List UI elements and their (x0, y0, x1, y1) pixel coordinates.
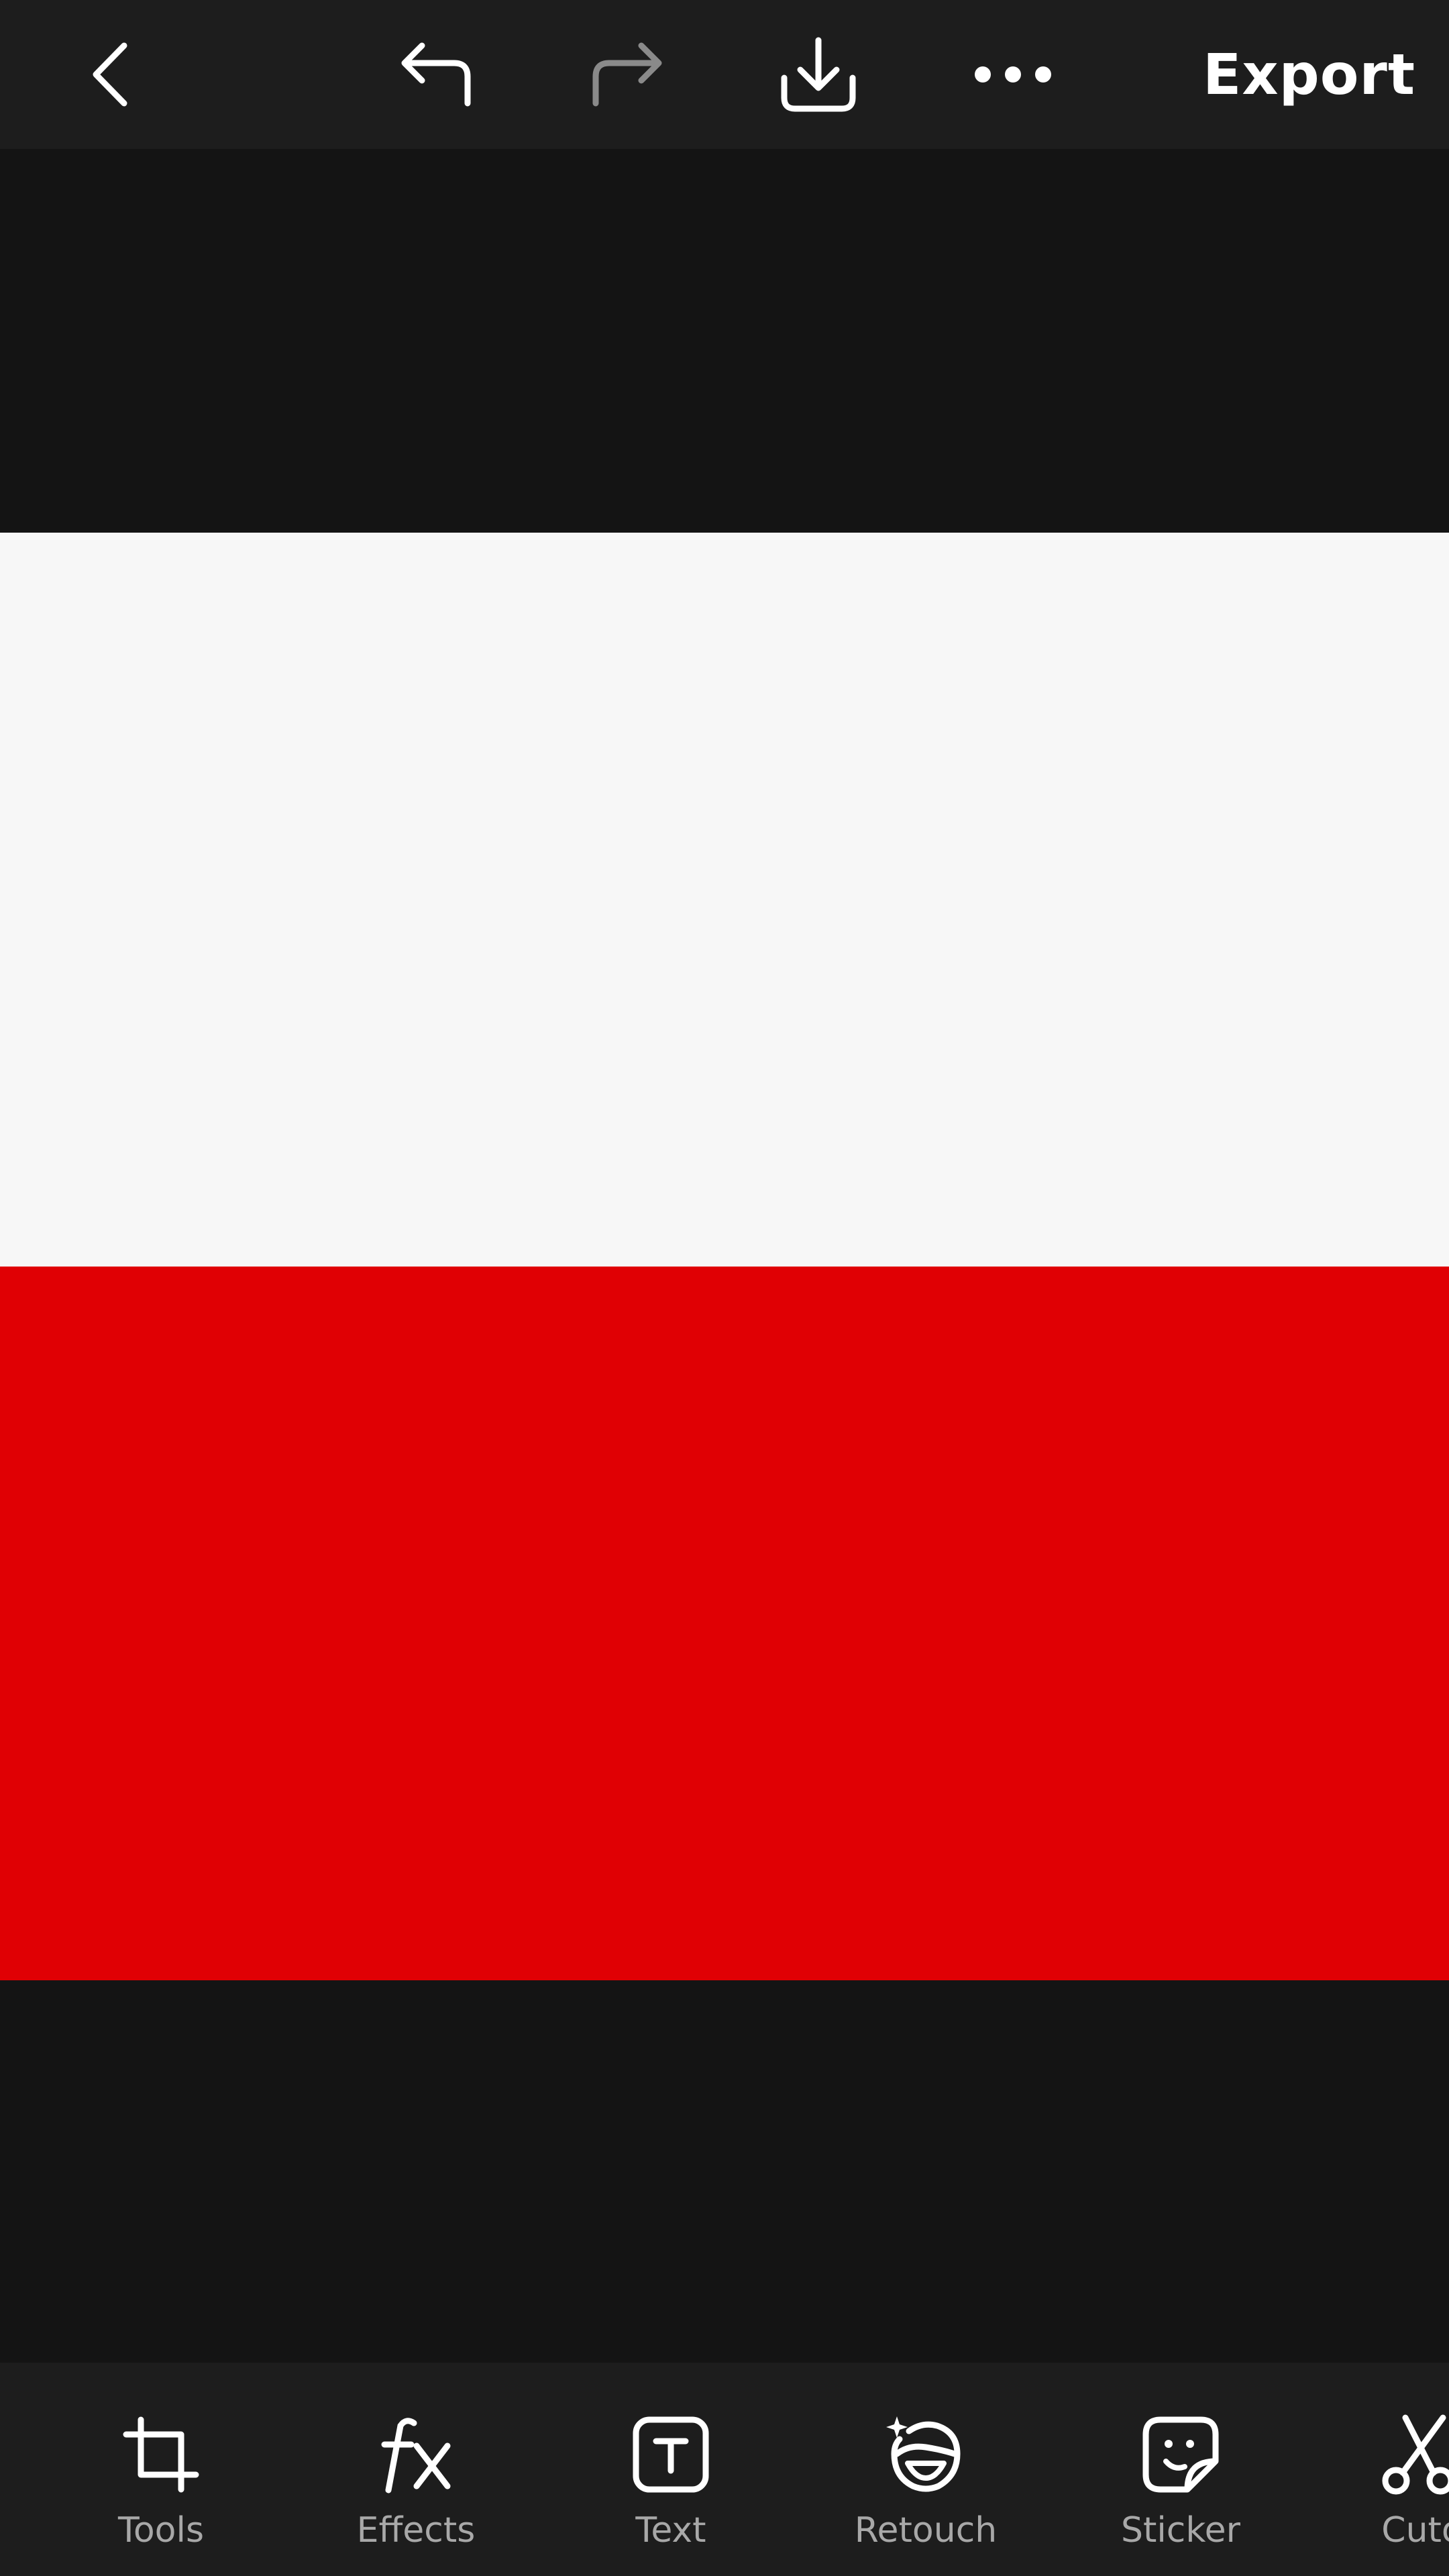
retouch-face-icon (882, 2411, 969, 2498)
effects-label: Effects (356, 2510, 476, 2551)
more-icon (975, 66, 1051, 83)
fx-icon (372, 2411, 460, 2498)
chevron-left-icon (93, 42, 127, 107)
redo-icon (592, 42, 662, 107)
retouch-label: Retouch (854, 2510, 998, 2551)
download-button[interactable] (765, 19, 872, 130)
text-box-icon (627, 2411, 714, 2498)
download-icon (781, 37, 856, 112)
text-button[interactable]: Text (570, 2363, 771, 2576)
tools-label: Tools (117, 2510, 205, 2551)
edited-image[interactable] (0, 533, 1449, 1980)
undo-button[interactable] (382, 19, 490, 130)
effects-button[interactable]: Effects (315, 2363, 517, 2576)
redo-button[interactable] (574, 19, 681, 130)
top-bar: Export (0, 0, 1449, 149)
undo-icon (401, 42, 471, 107)
white-stripe (0, 533, 1449, 1267)
crop-icon (117, 2411, 205, 2498)
red-stripe (0, 1267, 1449, 1980)
canvas-area[interactable] (0, 149, 1449, 2363)
editor-app: Export Tools Effects Text Retouch Sticke… (0, 0, 1449, 2576)
tools-button[interactable]: Tools (60, 2363, 262, 2576)
sticker-label: Sticker (1120, 2510, 1241, 2551)
text-label: Text (635, 2510, 706, 2551)
bottom-toolbar: Tools Effects Text Retouch Sticker Cut (0, 2363, 1449, 2576)
export-button[interactable]: Export (1203, 19, 1415, 130)
retouch-button[interactable]: Retouch (825, 2363, 1026, 2576)
more-button[interactable] (959, 19, 1067, 130)
sticker-icon (1137, 2411, 1224, 2498)
back-button[interactable] (67, 19, 154, 130)
cutout-label: Cuto (1381, 2510, 1449, 2551)
sticker-button[interactable]: Sticker (1080, 2363, 1281, 2576)
scissors-icon (1379, 2411, 1449, 2498)
cutout-button[interactable]: Cuto (1322, 2363, 1449, 2576)
